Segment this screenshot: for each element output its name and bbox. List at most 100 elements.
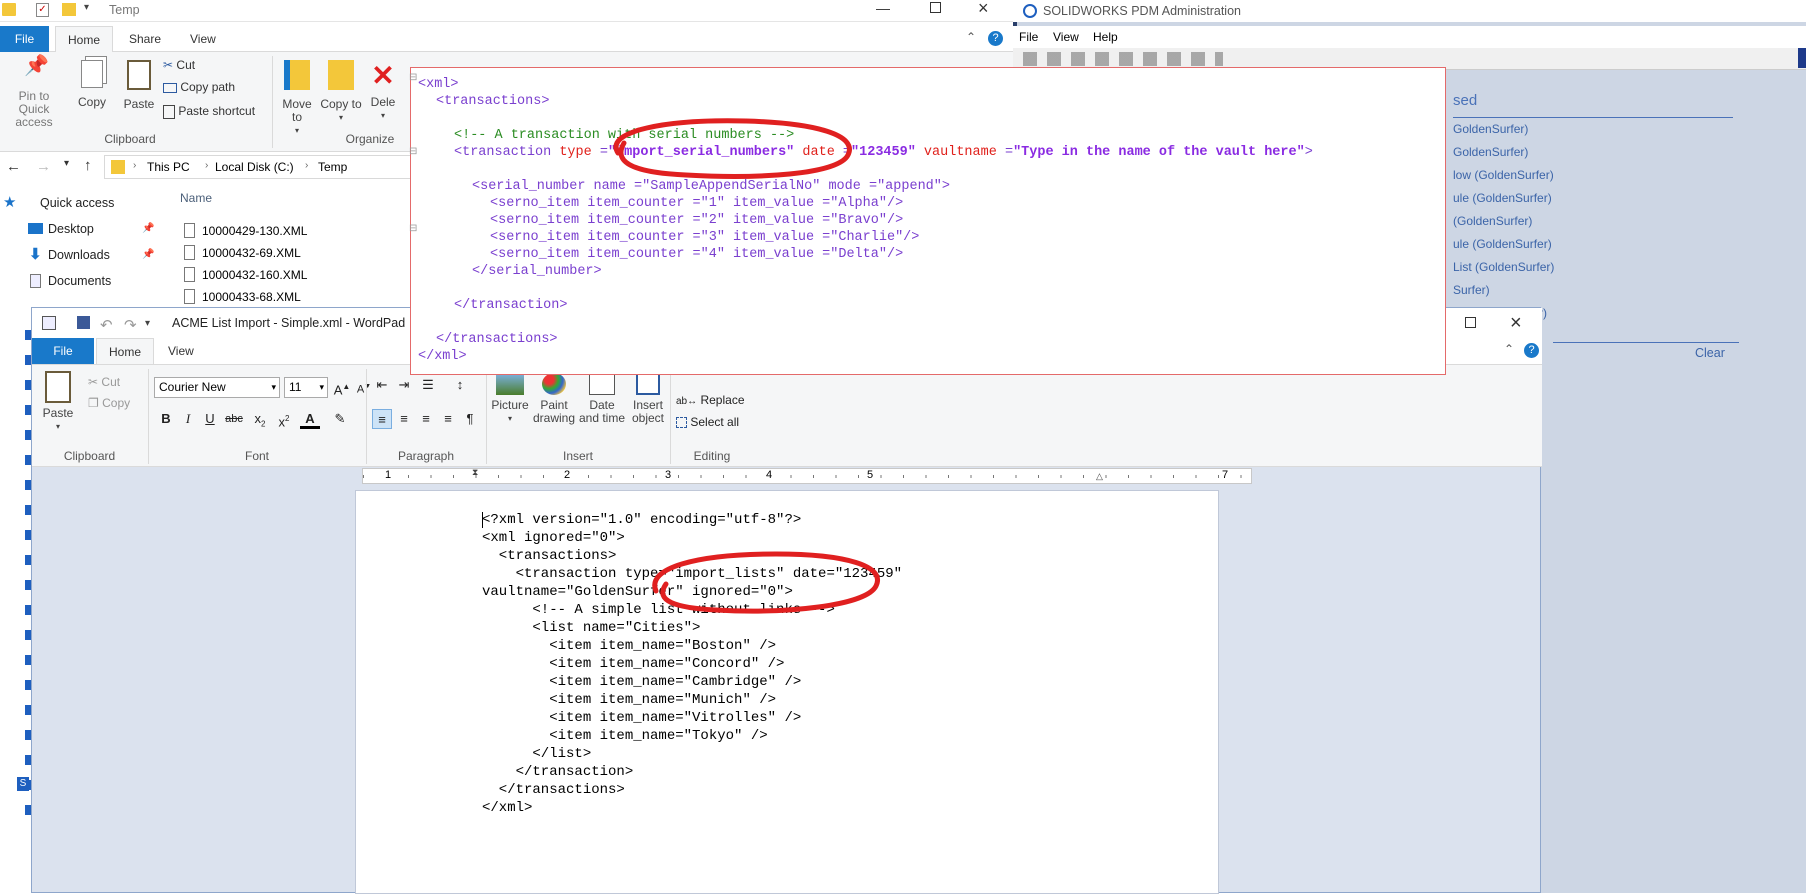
blue-marker-icon	[1798, 48, 1806, 68]
history-item[interactable]: (GoldenSurfer)	[1453, 210, 1733, 233]
undo-icon[interactable]: ↶	[100, 311, 113, 341]
list-item[interactable]: 10000432-69.XML	[182, 242, 412, 264]
file-icon	[184, 245, 195, 260]
nav-documents[interactable]: Documents	[0, 268, 180, 294]
menu-view[interactable]: View	[1053, 30, 1079, 44]
highlight-icon[interactable]: ✎	[330, 409, 350, 429]
history-item[interactable]: List (GoldenSurfer)	[1453, 256, 1733, 279]
maximize-icon[interactable]	[1465, 317, 1476, 328]
redo-icon[interactable]: ↷	[124, 311, 137, 341]
copy-button[interactable]: Copy	[72, 60, 112, 109]
recent-locations-icon[interactable]: ▾	[64, 158, 69, 169]
tab-home[interactable]: Home	[55, 26, 114, 52]
nav-desktop[interactable]: Desktop 📌	[0, 216, 180, 242]
history-item[interactable]: ule (GoldenSurfer)	[1453, 233, 1733, 256]
help-icon[interactable]: ?	[988, 31, 1003, 46]
customize-toolbar-icon[interactable]: ▾	[145, 309, 150, 339]
history-item[interactable]: GoldenSurfer)	[1453, 118, 1733, 141]
toolbar-icons[interactable]	[1023, 52, 1223, 66]
replace-button[interactable]: ab↔ Replace	[676, 393, 745, 407]
copy-to-button[interactable]: Copy to ▾	[320, 60, 362, 124]
picture-button[interactable]: Picture ▾	[490, 373, 530, 425]
copy-path-button[interactable]: Copy path	[163, 80, 235, 98]
history-item[interactable]: GoldenSurfer)	[1453, 141, 1733, 164]
tab-view[interactable]: View	[190, 26, 216, 52]
grow-font-icon[interactable]: A▲	[332, 377, 352, 397]
tab-view[interactable]: View	[168, 338, 194, 364]
nav-downloads[interactable]: ⬇ Downloads 📌	[0, 242, 180, 268]
tab-share[interactable]: Share	[129, 26, 161, 52]
help-icon[interactable]: ?	[1524, 343, 1539, 358]
history-item[interactable]: ule (GoldenSurfer)	[1453, 187, 1733, 210]
ruler[interactable]: ⧗ 1 2 3 4 5 7 △	[362, 467, 1252, 484]
history-item[interactable]: Surfer)	[1453, 279, 1733, 302]
font-color-icon[interactable]: A	[300, 409, 320, 429]
breadcrumb-temp[interactable]: Temp	[318, 160, 347, 174]
tab-file[interactable]: File	[32, 338, 94, 364]
collapse-ribbon-icon[interactable]: ⌃	[966, 30, 976, 44]
collapse-ribbon-icon[interactable]: ⌃	[1504, 342, 1514, 356]
date-time-button[interactable]: Date and time	[578, 373, 626, 425]
align-center-icon[interactable]: ≡	[394, 409, 414, 429]
column-header-name[interactable]: Name	[180, 191, 212, 205]
justify-icon[interactable]: ≡	[438, 409, 458, 429]
shrink-font-icon[interactable]: A▼	[354, 377, 374, 397]
font-size-select[interactable]: 11 ▾	[284, 377, 328, 398]
nav-quick-access[interactable]: ★ Quick access	[0, 190, 180, 216]
align-right-icon[interactable]: ≡	[416, 409, 436, 429]
document-page[interactable]: <?xml version="1.0" encoding="utf-8"?> <…	[355, 490, 1219, 894]
list-item[interactable]: 10000429-130.XML	[182, 220, 412, 242]
underline-icon[interactable]: U	[200, 409, 220, 429]
tab-home[interactable]: Home	[96, 338, 155, 364]
paste-shortcut-button[interactable]: Paste shortcut	[163, 104, 255, 122]
delete-button[interactable]: ✕ Dele ▾	[363, 60, 403, 122]
paste-button[interactable]: Paste	[118, 60, 160, 111]
italic-icon[interactable]: I	[178, 409, 198, 429]
increase-indent-icon[interactable]: ⇥	[394, 375, 414, 395]
new-folder-icon[interactable]	[62, 3, 76, 16]
cut-button[interactable]: ✂ Cut	[88, 375, 120, 389]
strikethrough-icon[interactable]: abc	[224, 409, 244, 429]
paint-drawing-button[interactable]: Paint drawing	[532, 373, 576, 425]
tab-file[interactable]: File	[0, 26, 49, 52]
subscript-icon[interactable]: x2	[250, 409, 270, 429]
maximize-icon[interactable]	[930, 2, 941, 13]
breadcrumb-this-pc[interactable]: This PC	[147, 160, 190, 174]
quick-access-dropdown-icon[interactable]: ▾	[84, 2, 89, 13]
copy-button[interactable]: ❐ Copy	[88, 396, 130, 410]
forward-arrow-icon[interactable]: →	[36, 158, 51, 175]
font-family-select[interactable]: Courier New ▾	[154, 377, 280, 398]
cut-button[interactable]: ✂ Cut	[163, 58, 195, 76]
select-all-button[interactable]: Select all	[676, 415, 739, 429]
pin-quick-access-button[interactable]: 📌 Pin to Quick access	[0, 56, 68, 129]
line-spacing-icon[interactable]: ↕	[450, 375, 470, 395]
minimize-icon[interactable]: —	[876, 0, 890, 16]
move-to-button[interactable]: Move to ▾	[276, 60, 318, 137]
paste-button[interactable]: Paste ▾	[38, 371, 78, 433]
xml-transaction-line: <transaction type ="import_serial_number…	[454, 144, 1313, 161]
history-item[interactable]: low (GoldenSurfer)	[1453, 164, 1733, 187]
paragraph-settings-icon[interactable]: ¶	[460, 409, 480, 429]
list-item[interactable]: 10000432-160.XML	[182, 264, 412, 286]
indent-marker-icon[interactable]: ⧗	[472, 467, 478, 478]
file-icon	[184, 267, 195, 282]
close-icon[interactable]: ×	[978, 0, 989, 19]
breadcrumb-local-disk[interactable]: Local Disk (C:)	[215, 160, 294, 174]
back-arrow-icon[interactable]: ←	[6, 158, 21, 175]
menu-file[interactable]: File	[1019, 30, 1038, 44]
save-icon[interactable]	[77, 316, 90, 329]
close-icon[interactable]: ×	[1510, 308, 1522, 338]
up-arrow-icon[interactable]: ↑	[84, 157, 92, 174]
bullets-icon[interactable]: ☰	[418, 375, 438, 395]
solidworks-s-icon: S	[17, 777, 29, 791]
insert-object-button[interactable]: Insert object	[628, 373, 668, 425]
list-item[interactable]: 10000433-68.XML	[182, 286, 412, 308]
menu-help[interactable]: Help	[1093, 30, 1118, 44]
decrease-indent-icon[interactable]: ⇤	[372, 375, 392, 395]
right-margin-marker-icon[interactable]: △	[1096, 471, 1103, 482]
clear-link[interactable]: Clear	[1695, 346, 1725, 360]
align-left-icon[interactable]: ≡	[372, 409, 392, 429]
properties-icon[interactable]: ✓	[36, 3, 49, 17]
superscript-icon[interactable]: x2	[274, 409, 294, 429]
bold-icon[interactable]: B	[156, 409, 176, 429]
